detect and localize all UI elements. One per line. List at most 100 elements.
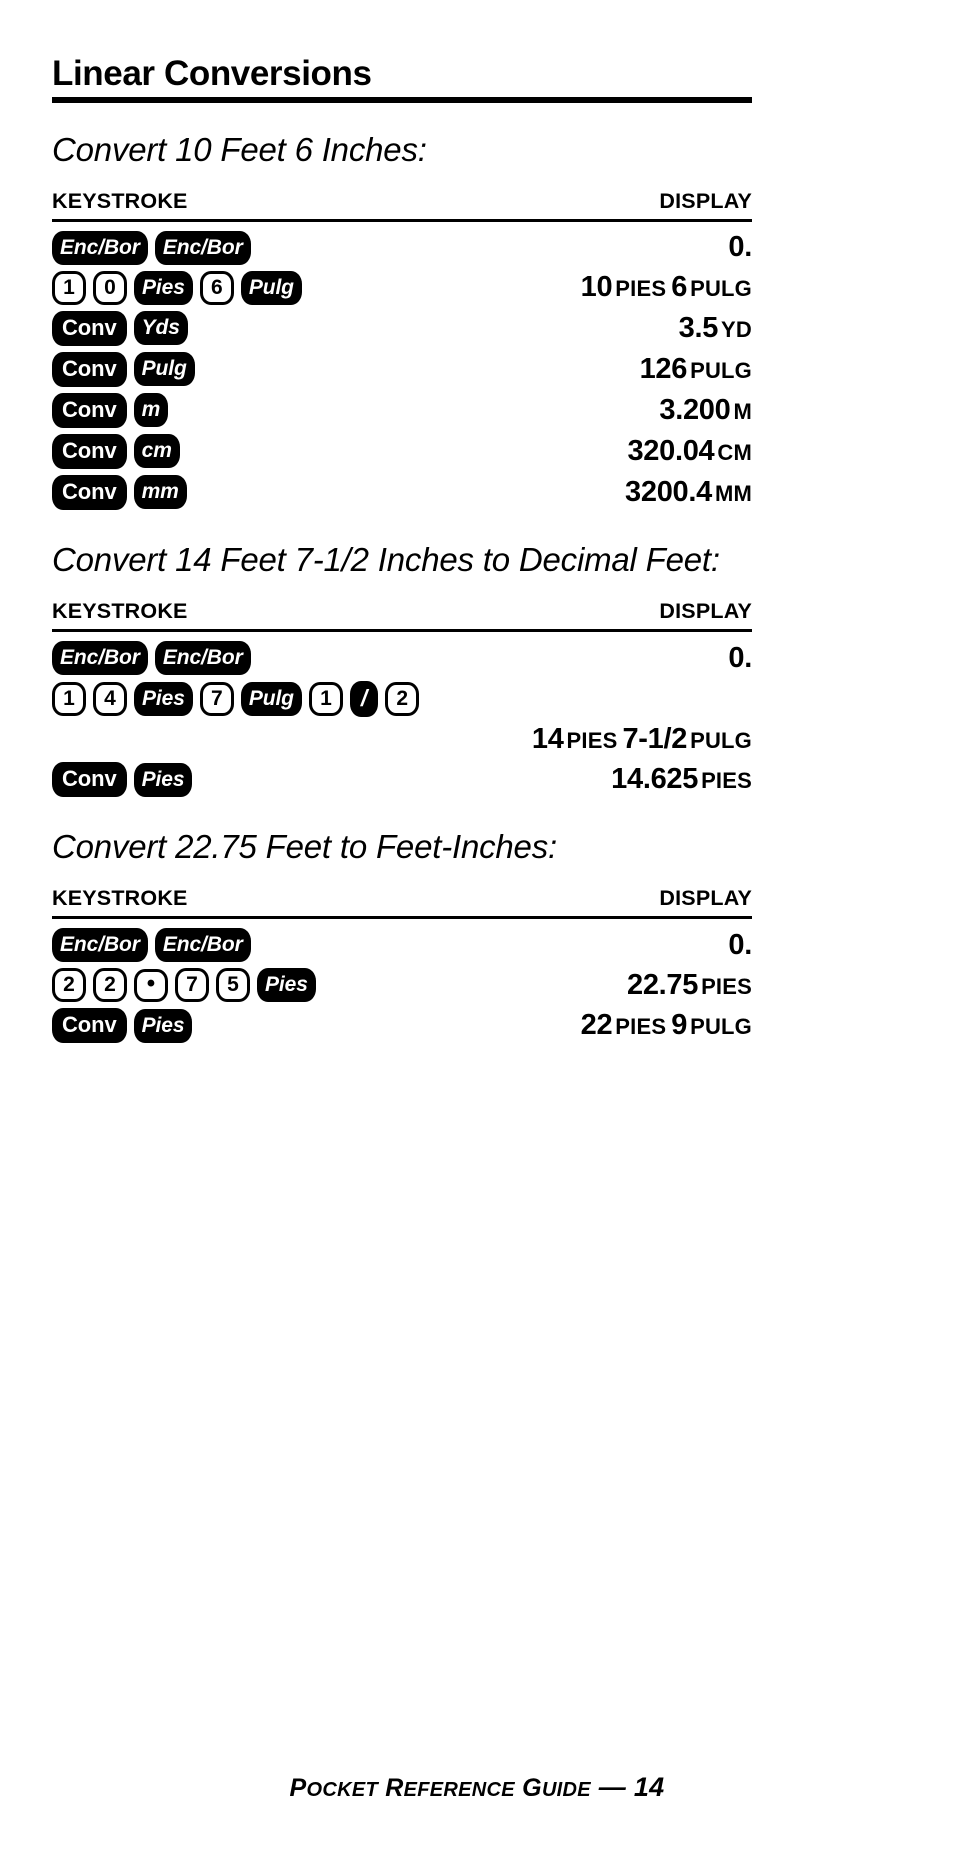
section-heading: Convert 22.75 Feet to Feet-Inches:: [52, 828, 557, 866]
calculator-key[interactable]: 2: [52, 968, 86, 1003]
calculator-key[interactable]: Pulg: [133, 352, 195, 387]
table-row: Enc/Bor Enc/Bor 0.: [52, 220, 752, 268]
keystroke-cell: Enc/Bor Enc/Bor: [52, 631, 402, 679]
display-cell: 3.200 M: [402, 390, 752, 431]
keystroke-cell: 1 0 Pies 6 Pulg: [52, 268, 402, 308]
calculator-key[interactable]: cm: [133, 434, 180, 469]
calculator-key[interactable]: Pies: [133, 762, 193, 797]
keystroke-cell: Conv Yds: [52, 308, 402, 349]
calculator-key[interactable]: /: [349, 681, 379, 718]
calculator-key[interactable]: 5: [216, 968, 250, 1003]
display-cell: 14.625 PIES: [402, 759, 752, 800]
display-value: 6: [671, 271, 688, 304]
calculator-key[interactable]: 2: [93, 968, 127, 1003]
keystroke-display-table: KEYSTROKE DISPLAY Enc/Bor Enc/Bor 0. 1 4 Pies 7 P…: [52, 599, 752, 800]
calculator-key[interactable]: 1: [52, 682, 86, 717]
calculator-key[interactable]: Conv: [52, 310, 127, 346]
table-row: Conv Pies 22 PIES 9 PULG: [52, 1005, 752, 1046]
display-cell: 14 PIES 7-1/2 PULG: [402, 720, 752, 759]
footer-text-3: R: [378, 1774, 404, 1802]
display-value: 3200.4: [625, 475, 712, 508]
display-unit: PIES: [566, 728, 618, 754]
calculator-key[interactable]: 4: [93, 682, 127, 717]
table-row: Conv Pulg 126 PULG: [52, 349, 752, 390]
calculator-key[interactable]: Conv: [52, 1008, 127, 1044]
keystroke-cell: Conv Pies: [52, 1005, 402, 1046]
calculator-key[interactable]: 1: [52, 270, 86, 305]
display-value: 22.75: [626, 968, 699, 1001]
display-unit: PIES: [701, 768, 752, 794]
page-title: Linear Conversions: [52, 54, 372, 93]
calculator-key[interactable]: 0: [93, 270, 127, 305]
table-header-row: KEYSTROKE DISPLAY: [52, 188, 752, 222]
footer-text-6: UIDE: [541, 1779, 591, 1801]
calculator-key[interactable]: m: [133, 393, 169, 428]
footer-text-5: G: [514, 1774, 542, 1802]
calculator-key[interactable]: Conv: [52, 474, 127, 510]
calculator-key[interactable]: 1: [308, 682, 343, 717]
calculator-key[interactable]: Conv: [52, 392, 127, 428]
display-value: 9: [671, 1009, 688, 1042]
calculator-key[interactable]: 7: [199, 682, 234, 717]
calculator-key[interactable]: mm: [133, 475, 187, 510]
column-header-display: DISPLAY: [402, 188, 752, 222]
calculator-key[interactable]: Conv: [52, 433, 127, 469]
section-heading: Convert 14 Feet 7-1/2 Inches to Decimal …: [52, 540, 720, 578]
table-row: Conv Yds 3.5 YD: [52, 308, 752, 349]
calculator-key[interactable]: Enc/Bor: [52, 230, 148, 265]
reference-guide-page: Linear Conversions Convert 10 Feet 6 Inc…: [0, 0, 954, 1862]
display-value: 14.625: [611, 763, 699, 796]
display-value: 22: [580, 1009, 613, 1042]
calculator-key[interactable]: Enc/Bor: [154, 928, 251, 963]
table-row: 2 2 • 7 5 Pies 22.75 PIES: [52, 965, 752, 1005]
display-cell: 126 PULG: [402, 349, 752, 390]
calculator-key[interactable]: Pies: [257, 968, 316, 1003]
section-heading: Convert 10 Feet 6 Inches:: [52, 130, 427, 168]
display-unit: PULG: [690, 1014, 752, 1040]
keystroke-cell: Enc/Bor Enc/Bor: [52, 918, 402, 966]
display-value: 7-1/2: [622, 723, 688, 756]
calculator-key[interactable]: •: [134, 968, 168, 1003]
keystroke-cell: Enc/Bor Enc/Bor: [52, 220, 402, 268]
display-cell: 10 PIES 6 PULG: [402, 268, 752, 308]
display-cell: 22 PIES 9 PULG: [402, 1005, 752, 1046]
column-header-keystroke: KEYSTROKE: [52, 886, 402, 920]
calculator-key[interactable]: Enc/Bor: [52, 928, 148, 963]
keystroke-cell: Conv mm: [52, 472, 402, 513]
column-header-keystroke: KEYSTROKE: [52, 188, 402, 222]
display-value: 0.: [728, 231, 752, 264]
calculator-key[interactable]: 2: [385, 682, 420, 717]
display-unit: M: [733, 398, 752, 424]
calculator-key[interactable]: 7: [175, 968, 209, 1003]
calculator-key[interactable]: Pies: [134, 270, 193, 305]
footer-text-1: P: [289, 1774, 307, 1802]
keystroke-cell: Conv Pulg: [52, 349, 402, 390]
column-header-display: DISPLAY: [402, 886, 752, 920]
display-value: 10: [580, 271, 613, 304]
calculator-key[interactable]: Enc/Bor: [154, 230, 251, 265]
calculator-key[interactable]: Enc/Bor: [154, 641, 251, 676]
calculator-key[interactable]: Pulg: [240, 682, 302, 717]
display-cell: 22.75 PIES: [402, 965, 752, 1005]
calculator-key[interactable]: 6: [199, 270, 234, 305]
keystroke-cell: 2 2 • 7 5 Pies: [52, 965, 402, 1005]
calculator-key[interactable]: Conv: [52, 762, 127, 798]
calculator-key[interactable]: Yds: [133, 311, 188, 346]
table-header-row: KEYSTROKE DISPLAY: [52, 599, 752, 633]
footer-page-number: 14: [633, 1772, 665, 1802]
display-cell: 0.: [402, 220, 752, 268]
keystroke-cell: Conv cm: [52, 431, 402, 472]
calculator-key[interactable]: Pies: [133, 1008, 193, 1043]
table-row: Conv mm 3200.4 MM: [52, 472, 752, 513]
calculator-key[interactable]: Pies: [134, 682, 193, 717]
calculator-key[interactable]: Enc/Bor: [52, 641, 148, 676]
title-divider: [52, 96, 752, 103]
column-header-display: DISPLAY: [402, 599, 752, 633]
display-unit: YD: [721, 316, 752, 342]
keystroke-cell: [52, 720, 402, 759]
footer-text-4: EFERENCE: [403, 1779, 515, 1801]
display-value: 320.04: [627, 434, 715, 467]
calculator-key[interactable]: Pulg: [240, 270, 302, 305]
calculator-key[interactable]: Conv: [52, 351, 127, 387]
display-value: 14: [531, 723, 564, 756]
